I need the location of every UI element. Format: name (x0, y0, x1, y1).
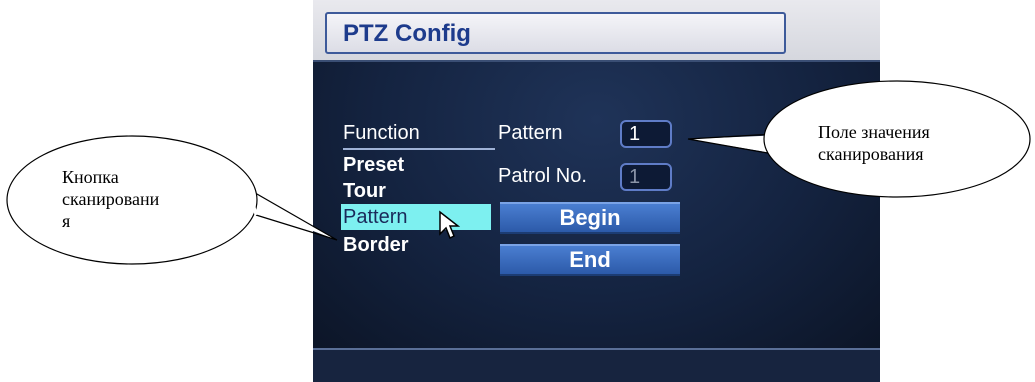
left-callout-line-3: я (62, 211, 71, 231)
right-callout-line-1: Поле значения (818, 122, 930, 142)
right-callout-line-2: сканирования (818, 144, 924, 164)
left-callout-line-2: сканировани (62, 189, 160, 209)
left-callout-line-1: Кнопка (62, 167, 119, 187)
right-callout-text: Поле значения сканирования (818, 121, 930, 165)
left-callout-text: Кнопка сканировани я (62, 166, 159, 232)
